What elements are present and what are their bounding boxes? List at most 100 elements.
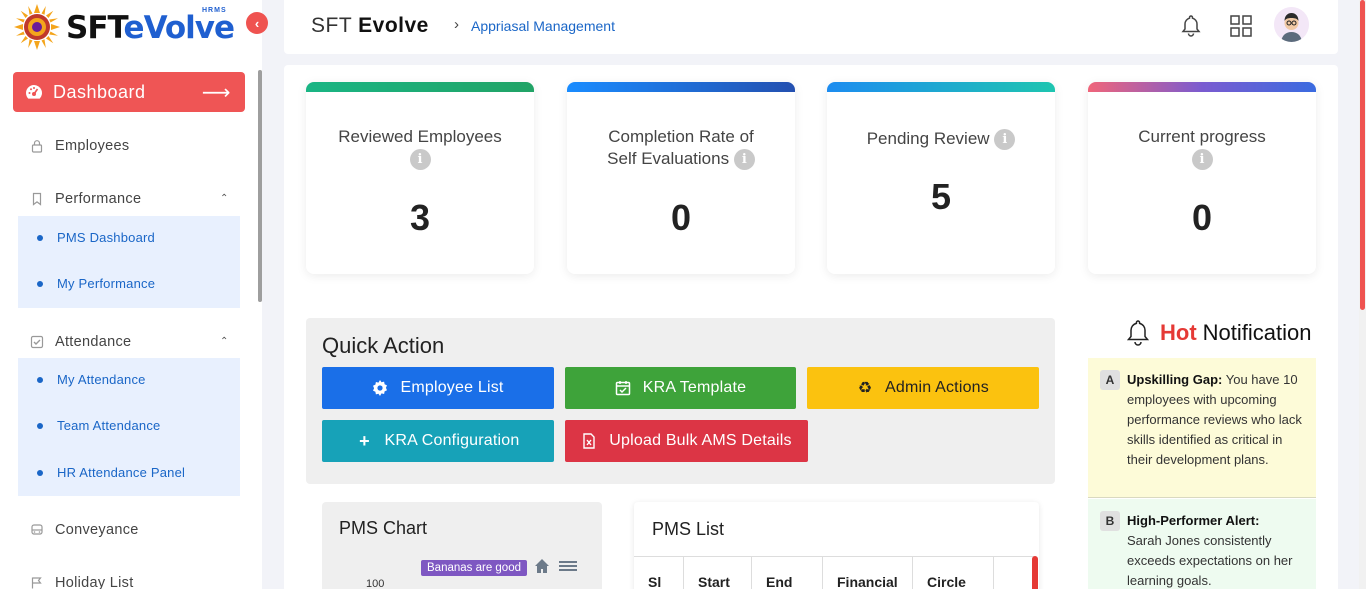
sidebar-item-attendance[interactable]: Attendance	[30, 331, 131, 353]
hot-label: Hot	[1160, 320, 1197, 345]
chevron-up-icon[interactable]: ⌃	[220, 193, 228, 204]
brand-tag: HRMS	[202, 7, 227, 14]
column-header[interactable]: Financial	[823, 557, 913, 589]
bell-icon[interactable]	[1178, 13, 1204, 39]
bullet-icon	[37, 376, 43, 383]
file-excel-icon	[583, 433, 595, 449]
column-header[interactable]: Start	[684, 557, 752, 589]
sidebar: SFTeVolve HRMS Dashboard ⟶ Employees Per…	[0, 0, 262, 589]
brand-sft: SFT	[66, 9, 125, 46]
sidebar-item-label: Holiday List	[55, 575, 134, 589]
sidebar-item-label: Team Attendance	[57, 418, 161, 433]
plus-icon: +	[359, 430, 370, 451]
stat-value: 0	[1191, 197, 1213, 238]
column-header[interactable]: End	[752, 557, 823, 589]
notification-badge: B	[1100, 511, 1120, 531]
chevron-right-icon: ›	[454, 16, 459, 33]
button-label: KRA Configuration	[384, 432, 520, 449]
bell-icon	[1126, 320, 1150, 346]
sidebar-item-my-performance[interactable]: My Performance	[37, 276, 155, 291]
main-content: Reviewed Employees i 3 Completion Rate of…	[284, 65, 1338, 589]
sidebar-item-my-attendance[interactable]: My Attendance	[37, 372, 146, 387]
bullet-icon	[37, 469, 43, 476]
button-label: KRA Template	[642, 379, 747, 396]
sidebar-item-employees[interactable]: Employees	[30, 135, 129, 157]
pms-list-card: PMS List Sl Start End Financial Circle	[634, 502, 1039, 589]
kra-template-button[interactable]: KRA Template	[565, 367, 796, 409]
button-label: Admin Actions	[885, 379, 989, 396]
button-label: Employee List	[400, 379, 504, 396]
table-scrollbar[interactable]	[1032, 556, 1038, 589]
apps-grid-icon[interactable]	[1228, 13, 1254, 39]
stat-value: 5	[930, 176, 952, 217]
sidebar-item-holiday-list[interactable]: Holiday List	[30, 572, 134, 589]
page-scrollbar[interactable]	[1359, 0, 1366, 589]
stat-card-completion-rate[interactable]: Completion Rate of Self Evaluations i 0	[567, 82, 795, 274]
menu-icon[interactable]	[558, 558, 578, 574]
stat-label: Current progress i	[1088, 126, 1316, 171]
quick-action-title: Quick Action	[322, 333, 445, 358]
sidebar-item-team-attendance[interactable]: Team Attendance	[37, 418, 160, 433]
stat-card-current-progress[interactable]: Current progress i 0	[1088, 82, 1316, 274]
home-icon[interactable]	[534, 558, 550, 574]
sidebar-item-hr-attendance-panel[interactable]: HR Attendance Panel	[37, 465, 185, 480]
sidebar-item-dashboard[interactable]: Dashboard ⟶	[13, 72, 245, 112]
info-icon[interactable]: i	[409, 149, 431, 171]
upload-bulk-ams-button[interactable]: Upload Bulk AMS Details	[565, 420, 808, 462]
chart-toolbar	[534, 558, 578, 574]
notification-text: Upskilling Gap: You have 10 employees wi…	[1127, 370, 1306, 470]
stat-label: Reviewed Employees i	[306, 126, 534, 171]
stat-value: 0	[670, 197, 692, 238]
sidebar-scrollbar[interactable]	[258, 70, 262, 302]
column-header[interactable]: Sl	[634, 557, 684, 589]
info-icon[interactable]: i	[1191, 149, 1213, 171]
notification-heading: High-Performer Alert:	[1127, 513, 1260, 528]
collapse-sidebar-button[interactable]: ‹	[246, 12, 268, 34]
sidebar-item-label: PMS Dashboard	[57, 230, 155, 245]
info-icon[interactable]: i	[733, 149, 755, 171]
sidebar-item-performance[interactable]: Performance	[30, 188, 141, 210]
sidebar-item-pms-dashboard[interactable]: PMS Dashboard	[37, 230, 155, 245]
notification-item[interactable]: A Upskilling Gap: You have 10 employees …	[1088, 358, 1316, 498]
avatar[interactable]	[1274, 7, 1309, 42]
arrow-right-icon: ⟶	[201, 82, 231, 104]
column-header[interactable]: Circle	[913, 557, 994, 589]
kra-configuration-button[interactable]: + KRA Configuration	[322, 420, 554, 462]
sidebar-item-label: Employees	[55, 138, 130, 154]
chevron-up-icon[interactable]: ⌃	[220, 336, 228, 347]
chevron-left-icon: ‹	[254, 15, 260, 31]
lock-icon	[31, 140, 43, 153]
flag-icon	[31, 577, 42, 589]
hot-notification-title: Hot Notification	[1126, 319, 1312, 347]
calendar-check-icon	[615, 381, 630, 396]
stat-label: Completion Rate of Self Evaluations i	[567, 126, 795, 171]
sidebar-item-label: Conveyance	[55, 522, 139, 538]
breadcrumb[interactable]: Appriasal Management	[471, 18, 615, 34]
title-bold: Evolve	[358, 14, 429, 37]
employee-list-button[interactable]: Employee List	[322, 367, 554, 409]
sun-logo-icon	[14, 4, 60, 50]
sidebar-item-label: Dashboard	[53, 81, 146, 102]
info-icon[interactable]: i	[994, 129, 1016, 151]
page-title: SFT Evolve	[311, 14, 429, 38]
stat-card-reviewed[interactable]: Reviewed Employees i 3	[306, 82, 534, 274]
notification-item[interactable]: B High-Performer Alert: Sarah Jones consi…	[1088, 499, 1316, 589]
admin-actions-button[interactable]: ♻ Admin Actions	[807, 367, 1039, 409]
card-accent-bar	[306, 82, 534, 92]
recycle-icon: ♻	[857, 380, 873, 397]
stat-label-text: Pending Review	[866, 129, 990, 148]
sidebar-item-conveyance[interactable]: Conveyance	[30, 519, 139, 541]
bullet-icon	[37, 234, 43, 241]
stat-card-pending-review[interactable]: Pending Review i 5	[827, 82, 1055, 274]
sidebar-item-label: Performance	[55, 191, 142, 207]
check-square-icon	[30, 335, 44, 349]
bullet-icon	[37, 280, 43, 287]
performance-submenu: PMS Dashboard My Performance	[18, 216, 240, 308]
card-accent-bar	[1088, 82, 1316, 92]
stat-value: 3	[409, 197, 431, 238]
scrollbar-thumb[interactable]	[1360, 0, 1365, 310]
pms-list-title: PMS List	[652, 519, 725, 539]
stat-label-text: Current progress	[1138, 127, 1266, 146]
sidebar-item-label: My Attendance	[57, 372, 146, 387]
y-axis-tick: 100	[366, 578, 385, 589]
